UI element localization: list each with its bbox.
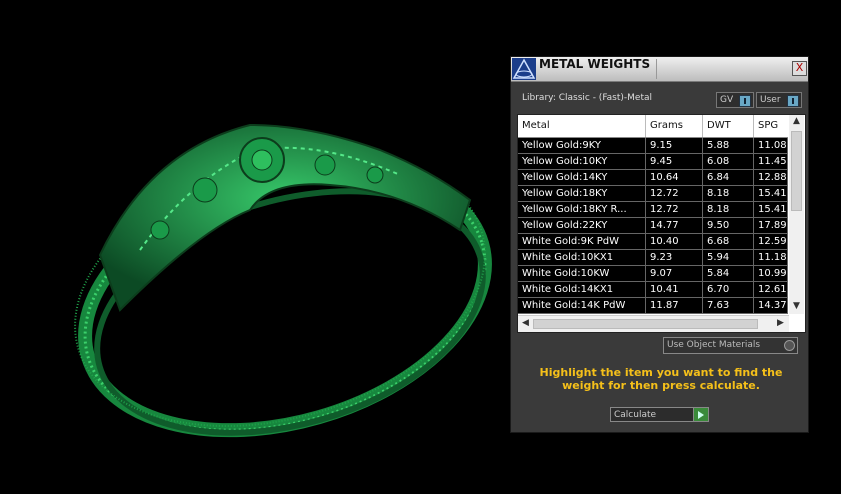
gv-label: GV	[720, 95, 734, 105]
cell-metal: White Gold:10KX1	[518, 250, 646, 265]
table-header: Metal Grams DWT SPG	[518, 115, 788, 138]
cell-dwt: 5.94	[703, 250, 754, 265]
cell-dwt: 7.63	[703, 298, 754, 313]
cell-grams: 9.23	[646, 250, 703, 265]
cell-grams: 11.87	[646, 298, 703, 313]
cell-dwt: 8.18	[703, 186, 754, 201]
radio-icon[interactable]	[784, 340, 795, 351]
cell-spg: 14.37	[754, 298, 788, 313]
gv-toggle[interactable]: GV	[716, 92, 754, 108]
gv-toggle-icon[interactable]	[739, 95, 751, 107]
table-row[interactable]: Yellow Gold:18KY R... 12.72 8.18 15.41	[518, 202, 788, 218]
scroll-down-icon[interactable]: ▼	[789, 301, 804, 311]
cell-dwt: 6.70	[703, 282, 754, 297]
cell-grams: 9.15	[646, 138, 703, 153]
table-row[interactable]: White Gold:14KX1 10.41 6.70 12.61	[518, 282, 788, 298]
table-body: Yellow Gold:9KY 9.15 5.88 11.08 Yellow Gold:…	[518, 138, 788, 314]
cell-spg: 12.59	[754, 234, 788, 249]
cell-grams: 9.07	[646, 266, 703, 281]
cell-dwt: 8.18	[703, 202, 754, 217]
scroll-right-icon[interactable]: ▶	[773, 318, 788, 328]
cell-metal: White Gold:10KW	[518, 266, 646, 281]
cell-dwt: 6.68	[703, 234, 754, 249]
bangle-model	[74, 123, 492, 438]
user-toggle-icon[interactable]	[787, 95, 799, 107]
cell-metal: Yellow Gold:18KY R...	[518, 202, 646, 217]
cell-grams: 14.77	[646, 218, 703, 233]
cell-grams: 9.45	[646, 154, 703, 169]
cell-spg: 10.99	[754, 266, 788, 281]
cell-metal: Yellow Gold:22KY	[518, 218, 646, 233]
cell-dwt: 5.88	[703, 138, 754, 153]
vertical-scroll-thumb[interactable]	[791, 131, 802, 211]
cell-spg: 17.89	[754, 218, 788, 233]
cell-metal: White Gold:14KX1	[518, 282, 646, 297]
metal-table[interactable]: Metal Grams DWT SPG Yellow Gold:9KY 9.15 5…	[517, 114, 806, 333]
cell-spg: 11.18	[754, 250, 788, 265]
title-divider	[656, 59, 657, 79]
calculate-label: Calculate	[614, 410, 657, 420]
cell-metal: Yellow Gold:14KY	[518, 170, 646, 185]
cell-dwt: 5.84	[703, 266, 754, 281]
cell-metal: Yellow Gold:10KY	[518, 154, 646, 169]
table-row[interactable]: Yellow Gold:9KY 9.15 5.88 11.08	[518, 138, 788, 154]
user-toggle[interactable]: User	[756, 92, 802, 108]
table-row[interactable]: Yellow Gold:14KY 10.64 6.84 12.88	[518, 170, 788, 186]
cell-metal: White Gold:14K PdW	[518, 298, 646, 313]
cell-grams: 10.41	[646, 282, 703, 297]
close-button[interactable]: X	[792, 61, 807, 76]
column-header-dwt[interactable]: DWT	[703, 115, 754, 137]
calculate-button[interactable]: Calculate	[610, 407, 709, 422]
column-header-spg[interactable]: SPG	[754, 115, 788, 137]
column-header-grams[interactable]: Grams	[646, 115, 703, 137]
table-row[interactable]: Yellow Gold:18KY 12.72 8.18 15.41	[518, 186, 788, 202]
use-object-materials-toggle[interactable]: Use Object Materials	[663, 337, 798, 354]
table-row[interactable]: White Gold:10KX1 9.23 5.94 11.18	[518, 250, 788, 266]
scroll-left-icon[interactable]: ◀	[518, 318, 533, 328]
play-icon[interactable]	[693, 408, 708, 421]
user-label: User	[760, 95, 781, 105]
cell-grams: 12.72	[646, 186, 703, 201]
scroll-up-icon[interactable]: ▲	[789, 116, 804, 126]
metal-weights-panel: METAL WEIGHTS X Library: Classic - (Fast…	[510, 56, 809, 433]
cell-grams: 12.72	[646, 202, 703, 217]
vertical-scrollbar[interactable]: ▲ ▼	[789, 115, 804, 314]
table-row[interactable]: White Gold:10KW 9.07 5.84 10.99	[518, 266, 788, 282]
table-row[interactable]: White Gold:9K PdW 10.40 6.68 12.59	[518, 234, 788, 250]
cell-dwt: 9.50	[703, 218, 754, 233]
cell-metal: White Gold:9K PdW	[518, 234, 646, 249]
3d-viewport[interactable]	[0, 0, 505, 490]
use-object-materials-label: Use Object Materials	[667, 340, 761, 350]
cell-spg: 11.08	[754, 138, 788, 153]
library-label: Library: Classic - (Fast)-Metal	[522, 93, 653, 103]
cell-spg: 12.88	[754, 170, 788, 185]
cell-dwt: 6.84	[703, 170, 754, 185]
table-row[interactable]: Yellow Gold:22KY 14.77 9.50 17.89	[518, 218, 788, 234]
cell-spg: 11.45	[754, 154, 788, 169]
horizontal-scroll-thumb[interactable]	[533, 319, 758, 329]
column-header-metal[interactable]: Metal	[518, 115, 646, 137]
cell-grams: 10.64	[646, 170, 703, 185]
cell-metal: Yellow Gold:18KY	[518, 186, 646, 201]
cell-grams: 10.40	[646, 234, 703, 249]
cell-spg: 12.61	[754, 282, 788, 297]
cell-metal: Yellow Gold:9KY	[518, 138, 646, 153]
cell-spg: 15.41	[754, 202, 788, 217]
panel-titlebar[interactable]: METAL WEIGHTS X	[511, 57, 808, 82]
table-row[interactable]: White Gold:14K PdW 11.87 7.63 14.37	[518, 298, 788, 314]
panel-title: METAL WEIGHTS	[539, 57, 651, 71]
table-row[interactable]: Yellow Gold:10KY 9.45 6.08 11.45	[518, 154, 788, 170]
app-logo-icon	[512, 58, 536, 80]
instruction-text: Highlight the item you want to find the …	[539, 366, 783, 392]
cell-dwt: 6.08	[703, 154, 754, 169]
horizontal-scrollbar[interactable]: ◀ ▶	[518, 315, 789, 332]
cell-spg: 15.41	[754, 186, 788, 201]
